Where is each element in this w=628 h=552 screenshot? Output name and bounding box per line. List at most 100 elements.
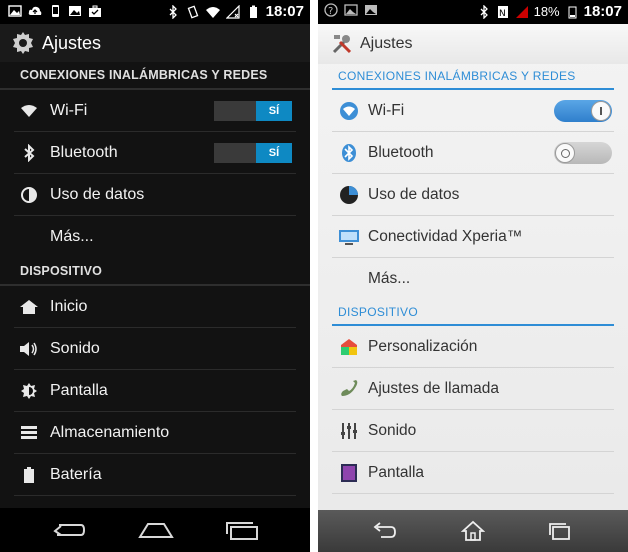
battery-status-icon (249, 5, 257, 18)
settings-item-label: Uso de datos (50, 185, 145, 203)
settings-item-wifi[interactable]: Wi-Fi SÍ (14, 90, 296, 132)
settings-item-label: Conectividad Xperia™ (368, 227, 523, 245)
settings-item-data-usage[interactable]: Uso de datos (14, 174, 296, 216)
settings-item-bluetooth[interactable]: Bluetooth SÍ (14, 132, 296, 174)
settings-item-call-settings[interactable]: Ajustes de llamada (332, 368, 614, 410)
svg-text:?: ? (328, 6, 333, 17)
settings-item-more[interactable]: Más... (14, 216, 296, 258)
xperia-connectivity-icon (338, 226, 360, 248)
settings-item-sound[interactable]: Sonido (14, 328, 296, 370)
battery-status-icon (568, 6, 577, 18)
question-notification-icon: ? (324, 3, 338, 17)
phone-icon (338, 378, 360, 400)
settings-item-label: Personalización (368, 337, 478, 355)
settings-item-label: Inicio (50, 297, 88, 315)
settings-item-data-usage[interactable]: Uso de datos (332, 174, 614, 216)
section-header-wireless: CONEXIONES INALÁMBRICAS Y REDES (332, 64, 614, 90)
home-button[interactable] (453, 518, 493, 544)
settings-item-bluetooth[interactable]: Bluetooth (332, 132, 614, 174)
section-header-device: DISPOSITIVO (332, 300, 614, 326)
settings-item-label: Sonido (368, 421, 417, 439)
gear-icon[interactable] (10, 30, 36, 56)
settings-item-xperia-connectivity[interactable]: Conectividad Xperia™ (332, 216, 614, 258)
storage-icon (18, 422, 40, 444)
page-title: Ajustes (42, 32, 102, 53)
settings-item-storage[interactable]: Almacenamiento (14, 412, 296, 454)
back-button[interactable] (364, 518, 404, 544)
recent-apps-button[interactable] (540, 518, 580, 544)
settings-item-label: Sonido (50, 339, 100, 357)
settings-item-label: Uso de datos (368, 185, 460, 203)
settings-item-label: Pantalla (368, 463, 425, 481)
toggle-on-label: SÍ (256, 101, 292, 121)
bluetooth-status-icon (480, 4, 488, 19)
battery-icon (18, 464, 40, 486)
action-bar: Ajustes (0, 24, 310, 62)
recent-apps-button[interactable] (222, 516, 262, 544)
nfc-icon: N (497, 5, 508, 19)
settings-item-label: Wi-Fi (368, 101, 405, 119)
brightness-icon (18, 380, 40, 402)
settings-item-label: Bluetooth (50, 143, 118, 161)
home-button[interactable] (136, 516, 176, 544)
bluetooth-status-icon (169, 4, 177, 19)
no-signal-icon (225, 4, 240, 19)
navigation-bar (318, 510, 628, 552)
navigation-bar (0, 508, 310, 552)
section-header-device: DISPOSITIVO (0, 258, 310, 286)
toggle-knob (555, 143, 575, 163)
section-header-wireless: CONEXIONES INALÁMBRICAS Y REDES (0, 62, 310, 90)
signal-icon (515, 5, 528, 18)
back-button[interactable] (48, 516, 88, 544)
settings-list: CONEXIONES INALÁMBRICAS Y REDES Wi-Fi SÍ… (0, 62, 310, 496)
vibrate-icon (187, 4, 198, 19)
bluetooth-toggle[interactable] (554, 142, 612, 164)
cloud-upload-icon (28, 6, 42, 15)
bluetooth-icon (338, 142, 360, 164)
personalization-icon (338, 336, 360, 358)
settings-item-label: Más... (368, 270, 411, 287)
settings-item-label: Más... (50, 228, 94, 245)
divider (310, 0, 318, 552)
settings-item-display[interactable]: Pantalla (332, 452, 614, 494)
wifi-toggle[interactable]: SÍ (214, 101, 292, 121)
xperia-settings-screen: ? N 18% 18:07 Ajustes CONEXIONES INALÁMB… (318, 0, 628, 552)
tools-icon[interactable] (330, 32, 354, 56)
settings-item-wifi[interactable]: Wi-Fi (332, 90, 614, 132)
image-notification-icon (8, 5, 22, 17)
settings-item-sound[interactable]: Sonido (332, 410, 614, 452)
settings-item-more[interactable]: Más... (332, 258, 614, 300)
battery-percentage: 18% (533, 4, 560, 19)
settings-item-battery[interactable]: Batería (14, 454, 296, 496)
settings-item-home[interactable]: Inicio (14, 286, 296, 328)
bluetooth-icon (18, 142, 40, 164)
wifi-icon (18, 100, 40, 122)
stock-android-settings-screen: 18:07 Ajustes CONEXIONES INALÁMBRICAS Y … (0, 0, 310, 552)
settings-item-label: Ajustes de llamada (368, 379, 499, 397)
briefcase-icon (89, 5, 101, 17)
settings-item-label: Bluetooth (368, 143, 434, 161)
status-bar: ? N 18% 18:07 (318, 0, 628, 24)
equalizer-icon (338, 420, 360, 442)
display-icon (338, 462, 360, 484)
volume-icon (18, 338, 40, 360)
wifi-toggle[interactable] (554, 100, 612, 122)
wifi-status-icon (205, 6, 220, 18)
wifi-icon (338, 100, 360, 122)
page-title: Ajustes (360, 35, 413, 52)
data-usage-icon (338, 184, 360, 206)
data-usage-icon (18, 184, 40, 206)
image-notification-icon (344, 4, 358, 16)
settings-item-label: Pantalla (50, 381, 108, 399)
home-icon (18, 296, 40, 318)
image-notification-icon-2 (69, 6, 81, 16)
settings-item-label: Wi-Fi (50, 101, 88, 119)
settings-item-label: Almacenamiento (50, 423, 170, 441)
status-time: 18:07 (265, 3, 304, 20)
settings-item-display[interactable]: Pantalla (14, 370, 296, 412)
settings-item-label: Batería (50, 465, 102, 483)
settings-list: CONEXIONES INALÁMBRICAS Y REDES Wi-Fi Bl… (318, 64, 628, 494)
settings-item-personalization[interactable]: Personalización (332, 326, 614, 368)
gallery-notification-icon (365, 5, 377, 15)
bluetooth-toggle[interactable]: SÍ (214, 143, 292, 163)
